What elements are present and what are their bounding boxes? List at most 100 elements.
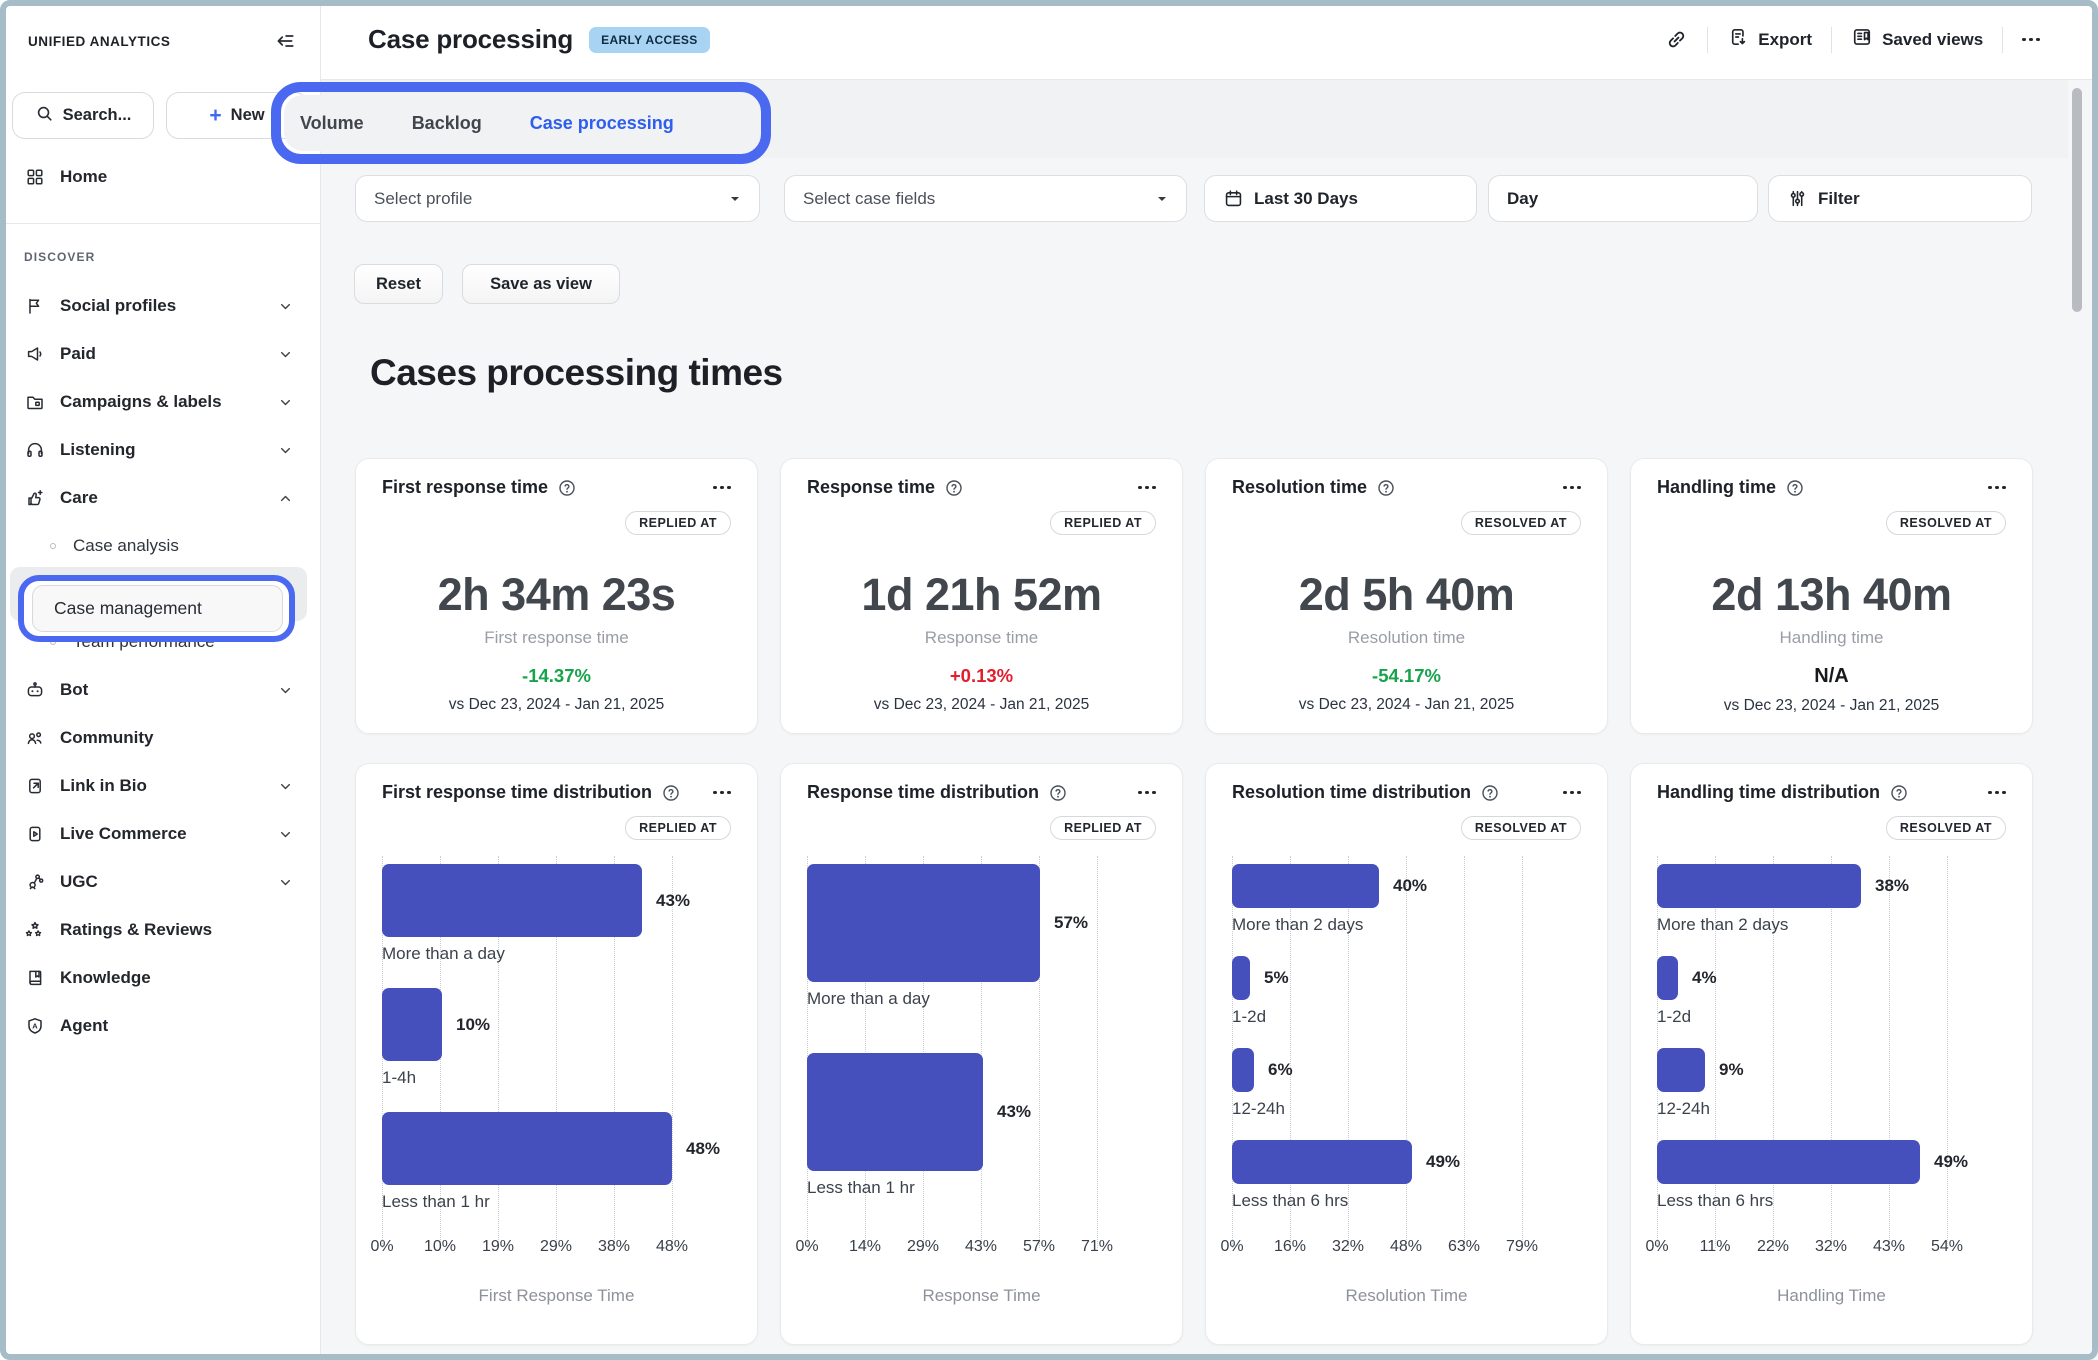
bar-more-than-a-day[interactable] bbox=[382, 864, 642, 937]
help-icon[interactable] bbox=[557, 478, 577, 498]
kpi-compare-range: vs Dec 23, 2024 - Jan 21, 2025 bbox=[1232, 696, 1581, 714]
bar-value-label: 48% bbox=[686, 1139, 720, 1159]
date-range-picker[interactable]: Last 30 Days bbox=[1204, 175, 1477, 222]
x-axis-tick: 29% bbox=[540, 1238, 572, 1256]
toolbar-separator bbox=[2002, 27, 2003, 53]
bar-row: 38%More than 2 days bbox=[1657, 864, 2006, 935]
timestamp-tag: RESOLVED AT bbox=[1461, 511, 1581, 535]
card-menu-icon[interactable] bbox=[713, 486, 731, 490]
kpi-value: 2h 34m 23s bbox=[382, 569, 731, 621]
granularity-dropdown[interactable]: Day bbox=[1488, 175, 1758, 222]
bar-1-4h[interactable] bbox=[382, 988, 442, 1061]
bar-category-label: Less than 6 hrs bbox=[1232, 1191, 1581, 1211]
sidebar-item-community[interactable]: Community bbox=[0, 714, 320, 762]
sidebar-item-label: UGC bbox=[60, 872, 98, 892]
sidebar-item-listening[interactable]: Listening bbox=[0, 426, 320, 474]
bar-less-than-6-hrs[interactable] bbox=[1232, 1140, 1412, 1184]
select-profile-dropdown[interactable]: Select profile bbox=[355, 175, 760, 222]
kpi-card-resolution-time: Resolution timeRESOLVED AT2d 5h 40mResol… bbox=[1205, 458, 1608, 734]
sidebar-item-label: Care bbox=[60, 488, 98, 508]
sidebar-item-knowledge[interactable]: Knowledge bbox=[0, 954, 320, 1002]
bar-12-24h[interactable] bbox=[1657, 1048, 1705, 1092]
bar-value-label: 10% bbox=[456, 1015, 490, 1035]
chevron-down-icon bbox=[277, 394, 294, 411]
bar-less-than-1-hr[interactable] bbox=[807, 1053, 983, 1171]
kpi-delta: -54.17% bbox=[1232, 665, 1581, 687]
bar-value-label: 5% bbox=[1264, 968, 1289, 988]
sidebar-item-case-analysis[interactable]: Case analysis bbox=[0, 522, 320, 570]
help-icon[interactable] bbox=[944, 478, 964, 498]
bar-1-2d[interactable] bbox=[1232, 956, 1250, 1000]
sidebar-item-ratings-reviews[interactable]: Ratings & Reviews bbox=[0, 906, 320, 954]
timestamp-tag: RESOLVED AT bbox=[1886, 511, 2006, 535]
filter-button[interactable]: Filter bbox=[1768, 175, 2032, 222]
sidebar-item-bot[interactable]: Bot bbox=[0, 666, 320, 714]
sidebar-item-campaigns-labels[interactable]: Campaigns & labels bbox=[0, 378, 320, 426]
card-menu-icon[interactable] bbox=[713, 791, 731, 795]
search-button[interactable]: Search... bbox=[12, 92, 154, 139]
vertical-scrollbar[interactable] bbox=[2072, 88, 2082, 312]
x-axis-tick: 0% bbox=[1220, 1238, 1243, 1256]
x-axis-title: Handling Time bbox=[1657, 1286, 2006, 1306]
save-as-view-button[interactable]: Save as view bbox=[462, 264, 620, 304]
bar-more-than-2-days[interactable] bbox=[1232, 864, 1379, 908]
help-icon[interactable] bbox=[1889, 783, 1909, 803]
bar-row: 49%Less than 6 hrs bbox=[1657, 1140, 2006, 1211]
help-icon[interactable] bbox=[1785, 478, 1805, 498]
x-axis-tick: 11% bbox=[1700, 1238, 1731, 1256]
card-title: Resolution time distribution bbox=[1232, 782, 1471, 803]
select-case-fields-dropdown[interactable]: Select case fields bbox=[784, 175, 1187, 222]
sidebar-item-home[interactable]: Home bbox=[0, 153, 320, 201]
card-menu-icon[interactable] bbox=[1138, 486, 1156, 490]
bar-value-label: 43% bbox=[997, 1102, 1031, 1122]
sidebar-item-label: Campaigns & labels bbox=[60, 392, 222, 412]
home-label: Home bbox=[60, 167, 107, 187]
bar-category-label: 12-24h bbox=[1232, 1099, 1581, 1119]
bar-less-than-1-hr[interactable] bbox=[382, 1112, 672, 1185]
x-axis-tick: 10% bbox=[424, 1238, 456, 1256]
sidebar-item-case-management[interactable]: Case management bbox=[32, 585, 283, 632]
bar-more-than-2-days[interactable] bbox=[1657, 864, 1861, 908]
sidebar-item-live-commerce[interactable]: Live Commerce bbox=[0, 810, 320, 858]
distribution-charts-row: First response time distributionREPLIED … bbox=[355, 763, 2033, 1345]
tab-backlog[interactable]: Backlog bbox=[412, 113, 482, 134]
kpi-card-response-time: Response timeREPLIED AT1d 21h 52mRespons… bbox=[780, 458, 1183, 734]
bar-chart-plot: 38%More than 2 days4%1-2d9%12-24h49%Less… bbox=[1657, 856, 2006, 1248]
knowledge-icon bbox=[24, 968, 46, 988]
tab-case-processing[interactable]: Case processing bbox=[530, 113, 674, 134]
sidebar-item-social-profiles[interactable]: Social profiles bbox=[0, 282, 320, 330]
help-icon[interactable] bbox=[1480, 783, 1500, 803]
more-options-icon[interactable] bbox=[2022, 38, 2040, 42]
card-title: Resolution time bbox=[1232, 477, 1367, 498]
saved-views-button[interactable]: Saved views bbox=[1851, 26, 1983, 53]
new-label: New bbox=[231, 106, 265, 125]
reset-button[interactable]: Reset bbox=[354, 264, 443, 304]
headphones-icon bbox=[24, 440, 46, 460]
bar-1-2d[interactable] bbox=[1657, 956, 1678, 1000]
megaphone-icon bbox=[24, 344, 46, 364]
sidebar-item-agent[interactable]: AAgent bbox=[0, 1002, 320, 1050]
card-menu-icon[interactable] bbox=[1988, 486, 2006, 490]
discover-section-label: DISCOVER bbox=[0, 250, 320, 264]
sidebar-item-paid[interactable]: Paid bbox=[0, 330, 320, 378]
collapse-sidebar-icon[interactable] bbox=[274, 30, 296, 52]
sidebar-item-care[interactable]: Care bbox=[0, 474, 320, 522]
bar-12-24h[interactable] bbox=[1232, 1048, 1254, 1092]
share-link-icon[interactable] bbox=[1665, 28, 1688, 51]
help-icon[interactable] bbox=[1048, 783, 1068, 803]
card-menu-icon[interactable] bbox=[1563, 486, 1581, 490]
help-icon[interactable] bbox=[1376, 478, 1396, 498]
card-menu-icon[interactable] bbox=[1563, 791, 1581, 795]
bar-less-than-6-hrs[interactable] bbox=[1657, 1140, 1920, 1184]
sidebar-item-link-in-bio[interactable]: Link in Bio bbox=[0, 762, 320, 810]
x-axis-tick: 29% bbox=[907, 1238, 939, 1256]
bar-more-than-a-day[interactable] bbox=[807, 864, 1040, 982]
kpi-label: First response time bbox=[382, 628, 731, 648]
card-menu-icon[interactable] bbox=[1138, 791, 1156, 795]
kpi-compare-range: vs Dec 23, 2024 - Jan 21, 2025 bbox=[382, 696, 731, 714]
export-button[interactable]: Export bbox=[1727, 26, 1812, 53]
card-menu-icon[interactable] bbox=[1988, 791, 2006, 795]
tab-volume[interactable]: Volume bbox=[300, 113, 364, 134]
help-icon[interactable] bbox=[661, 783, 681, 803]
sidebar-item-ugc[interactable]: UGC bbox=[0, 858, 320, 906]
